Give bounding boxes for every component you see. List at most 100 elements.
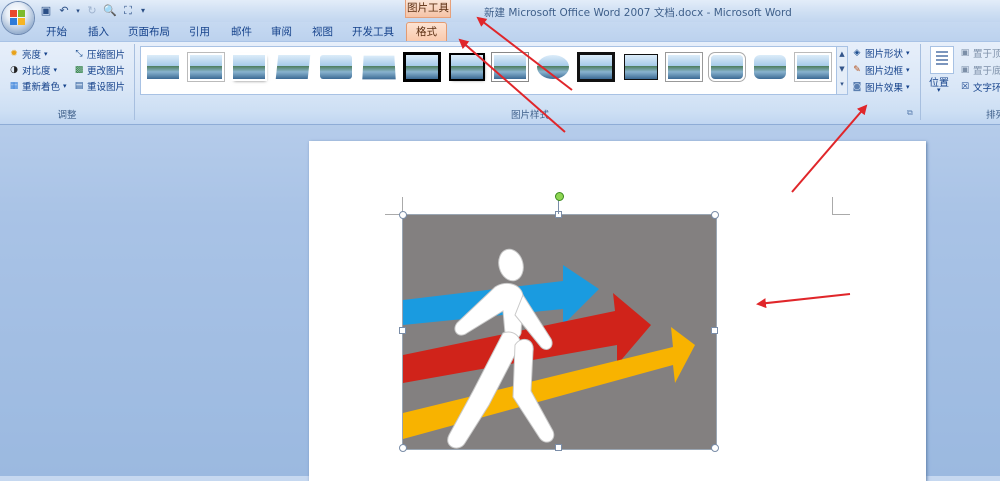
style-thumb[interactable] [190, 55, 222, 79]
bring-front-label: 置于顶 [973, 49, 1000, 60]
gallery-more-icon[interactable]: ▾ [837, 77, 847, 92]
style-thumb[interactable] [711, 55, 743, 79]
dropdown-icon[interactable]: ▾ [74, 3, 82, 19]
picture-tools-tab-group: 图片工具 [405, 0, 451, 18]
group-label-adjust: 调整 [57, 110, 77, 121]
chevron-down-icon: ▾ [44, 50, 48, 58]
selected-picture[interactable] [402, 214, 717, 450]
recolor-button[interactable]: ▦ 重新着色 ▾ [9, 79, 67, 93]
send-back-button[interactable]: ▣ 置于底 [960, 63, 1000, 77]
style-thumb[interactable] [233, 55, 265, 79]
tab-home[interactable]: 开始 [46, 24, 67, 39]
style-thumb[interactable] [451, 55, 483, 79]
resize-handle[interactable] [555, 444, 562, 451]
text-wrap-icon: ☒ [960, 82, 970, 92]
tab-mailings[interactable]: 邮件 [231, 24, 252, 39]
resize-handle[interactable] [711, 211, 719, 219]
resize-handle[interactable] [399, 211, 407, 219]
picture-border-button[interactable]: ✎ 图片边框 ▾ [852, 63, 909, 77]
style-thumb[interactable] [580, 55, 612, 79]
office-button[interactable] [2, 2, 34, 34]
chevron-down-icon: ▾ [63, 82, 67, 90]
rotate-handle[interactable] [555, 192, 564, 201]
chevron-down-icon[interactable]: ▼ [837, 62, 847, 77]
style-thumb[interactable] [754, 55, 786, 79]
dialog-launcher-icon[interactable]: ⧉ [907, 108, 913, 118]
tab-review[interactable]: 审阅 [271, 24, 292, 39]
crop-mark [832, 197, 850, 215]
chevron-down-icon: ▾ [937, 86, 941, 94]
chevron-down-icon: ▾ [906, 49, 910, 57]
style-thumb[interactable] [362, 55, 396, 80]
brightness-button[interactable]: ✹ 亮度 ▾ [9, 47, 48, 61]
text-wrap-button[interactable]: ☒ 文字环 [960, 80, 1000, 94]
resize-handle[interactable] [399, 444, 407, 452]
change-picture-button[interactable]: ▩ 更改图片 [74, 63, 125, 77]
compress-icon: ⤡ [75, 49, 83, 59]
customize-icon[interactable]: ▾ [138, 3, 148, 19]
group-divider [920, 44, 921, 120]
change-picture-icon: ▩ [74, 65, 84, 75]
gallery-scroll[interactable]: ▲ ▼ ▾ [836, 46, 848, 95]
style-thumb[interactable] [625, 55, 657, 79]
style-thumb[interactable] [147, 55, 179, 79]
bring-front-icon: ▣ [960, 48, 970, 58]
style-thumb[interactable] [320, 55, 352, 79]
picture-shape-button[interactable]: ◈ 图片形状 ▾ [852, 46, 910, 60]
send-back-icon: ▣ [960, 65, 970, 75]
chevron-down-icon: ▾ [53, 66, 58, 74]
recolor-icon: ▦ [9, 81, 19, 91]
contrast-icon: ◑ [10, 65, 18, 75]
picture-effects-label: 图片效果 [865, 83, 904, 94]
style-thumb[interactable] [275, 55, 311, 79]
brightness-label: 亮度 [22, 50, 42, 61]
undo-icon[interactable]: ↶ [56, 3, 72, 19]
contrast-button[interactable]: ◑ 对比度 ▾ [9, 63, 57, 77]
tab-view[interactable]: 视图 [312, 24, 333, 39]
resize-handle[interactable] [399, 327, 406, 334]
running-man-arrows-image [403, 248, 695, 449]
save-icon[interactable]: ▣ [38, 3, 54, 19]
style-thumb[interactable] [668, 55, 700, 79]
compress-pictures-button[interactable]: ⤡ 压缩图片 [74, 47, 125, 61]
effects-icon: ◙ [852, 82, 862, 92]
chevron-down-icon: ▾ [906, 83, 910, 91]
style-thumb[interactable] [494, 55, 526, 79]
print-preview-icon[interactable]: 🔍 [102, 3, 118, 19]
tab-developer[interactable]: 开发工具 [352, 24, 394, 39]
select-icon[interactable]: ⛶ [120, 3, 136, 19]
rotation-line [558, 199, 559, 214]
reset-picture-button[interactable]: ▤ 重设图片 [74, 79, 125, 93]
chevron-up-icon[interactable]: ▲ [837, 47, 847, 62]
style-thumb[interactable] [406, 55, 438, 79]
reset-picture-icon: ▤ [74, 81, 84, 91]
brightness-icon: ✹ [10, 49, 18, 59]
window-title: 新建 Microsoft Office Word 2007 文档.docx - … [484, 7, 792, 19]
bring-front-button[interactable]: ▣ 置于顶 [960, 46, 1000, 60]
style-thumb[interactable] [797, 55, 829, 79]
send-back-label: 置于底 [973, 66, 1000, 77]
tab-references[interactable]: 引用 [189, 24, 210, 39]
group-divider [134, 44, 135, 120]
style-thumb[interactable] [537, 55, 569, 79]
redo-icon[interactable]: ↻ [84, 3, 100, 19]
contrast-label: 对比度 [22, 66, 51, 77]
quick-access-toolbar: ▣ ↶ ▾ ↻ 🔍 ⛶ ▾ [38, 3, 148, 19]
picture-effects-button[interactable]: ◙ 图片效果 ▾ [852, 80, 910, 94]
resize-handle[interactable] [711, 327, 718, 334]
office-logo-icon [10, 10, 26, 26]
reset-picture-label: 重设图片 [87, 82, 126, 93]
shape-icon: ◈ [853, 48, 861, 58]
tab-format[interactable]: 格式 [406, 22, 447, 42]
resize-handle[interactable] [711, 444, 719, 452]
picture-styles-gallery [140, 46, 838, 95]
position-icon[interactable] [930, 46, 954, 74]
recolor-label: 重新着色 [22, 82, 61, 93]
tab-page-layout[interactable]: 页面布局 [128, 24, 170, 39]
tab-insert[interactable]: 插入 [88, 24, 109, 39]
compress-label: 压缩图片 [87, 50, 126, 61]
picture-shape-label: 图片形状 [865, 49, 904, 60]
group-label-picture-styles: 图片样式 [510, 110, 549, 121]
change-picture-label: 更改图片 [87, 66, 126, 77]
text-wrap-label: 文字环 [973, 83, 1000, 94]
